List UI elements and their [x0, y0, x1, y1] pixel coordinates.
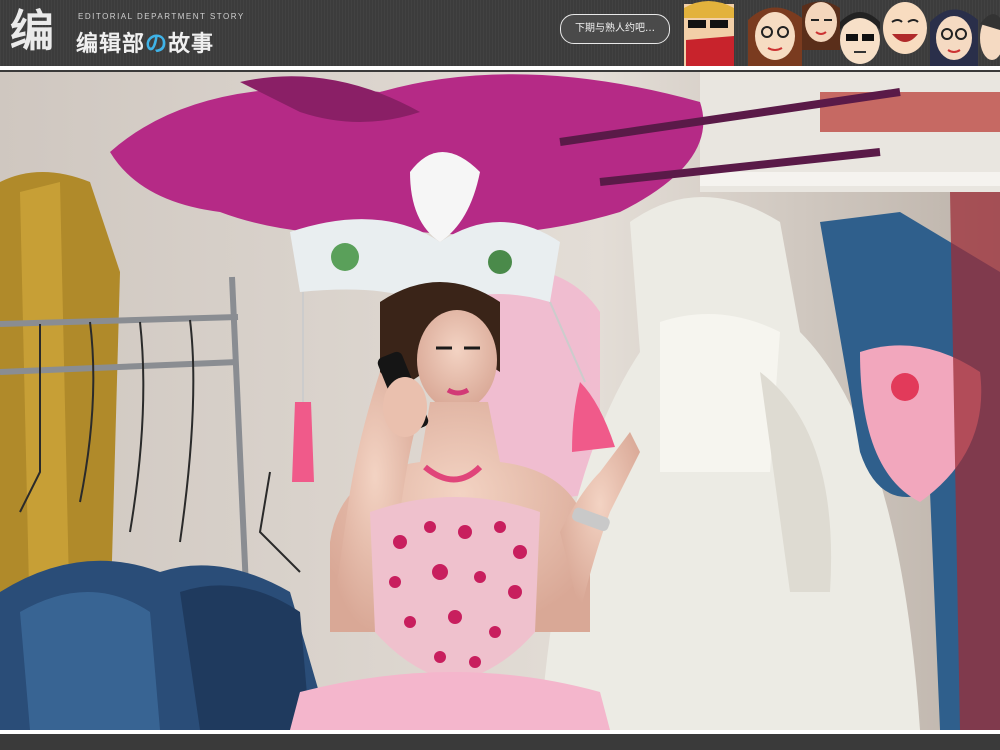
photo-illustration	[0, 72, 1000, 730]
logo-title-part-b: 故事	[168, 32, 215, 57]
character-faces	[684, 1, 1000, 66]
main-photo	[0, 72, 1000, 730]
partial-face-icon	[980, 14, 1000, 60]
speech-bubble: 下期与熟人约吧…	[560, 14, 670, 44]
hand-left	[383, 377, 427, 437]
glasses-man-face-icon	[840, 12, 880, 64]
header-divider	[0, 66, 1000, 70]
logo-subtitle: EDITORIAL DEPARTMENT STORY	[78, 12, 245, 21]
logo-title[interactable]: 编辑部の故事	[76, 26, 214, 58]
pink-tassel-left	[292, 402, 314, 482]
logo-mark[interactable]: 编	[10, 6, 68, 58]
sunglasses-face-icon	[684, 1, 734, 66]
footer-bar	[0, 734, 1000, 750]
header-bar: 编 EDITORIAL DEPARTMENT STORY 编辑部の故事 下期与熟…	[0, 0, 1000, 68]
laughing-face-icon	[883, 2, 927, 54]
logo-title-no: の	[145, 32, 169, 57]
glasses-woman-face-icon	[748, 7, 802, 66]
glasses-woman-face-icon	[802, 1, 840, 51]
glasses-woman-face-icon	[930, 9, 978, 66]
logo-title-part-a: 编辑部	[76, 32, 146, 57]
